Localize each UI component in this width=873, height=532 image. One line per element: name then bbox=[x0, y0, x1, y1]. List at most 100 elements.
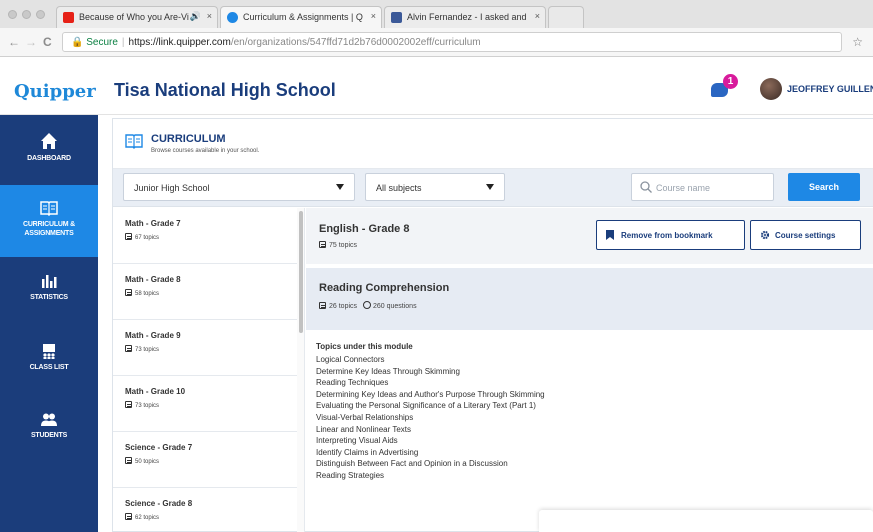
window-close-dot[interactable] bbox=[8, 10, 17, 19]
sidebar-item-curriculum[interactable]: CURRICULUM & ASSIGNMENTS bbox=[0, 185, 98, 257]
topic-list: Logical Connectors Determine Key Ideas T… bbox=[316, 354, 545, 482]
school-name: Tisa National High School bbox=[114, 80, 336, 100]
reload-icon[interactable]: C bbox=[43, 35, 52, 49]
course-settings-button[interactable]: Course settings bbox=[750, 220, 861, 250]
sidebar-item-students[interactable]: STUDENTS bbox=[0, 397, 98, 467]
list-item: Determine Key Ideas Through Skimming bbox=[316, 366, 460, 376]
course-detail-header: English - Grade 8 75 topics Remove from … bbox=[306, 208, 873, 264]
curriculum-header: CURRICULUM Browse courses available in y… bbox=[113, 119, 873, 169]
tab-close-icon[interactable]: × bbox=[371, 11, 376, 21]
notification-badge[interactable]: 1 bbox=[723, 74, 738, 89]
tab-title: Curriculum & Assignments | Q bbox=[243, 12, 363, 22]
back-icon[interactable]: ← bbox=[8, 35, 20, 49]
classroom-icon bbox=[43, 344, 55, 359]
curriculum-panel: CURRICULUM Browse courses available in y… bbox=[112, 118, 873, 532]
course-name: Math - Grade 7 bbox=[125, 219, 181, 228]
list-icon bbox=[319, 302, 326, 309]
user-menu[interactable]: JEOFFREY GUILLEN ▾ bbox=[787, 84, 873, 95]
course-detail: English - Grade 8 75 topics Remove from … bbox=[306, 208, 873, 532]
list-item[interactable]: Science - Grade 7 50 topics bbox=[113, 432, 297, 488]
user-avatar[interactable] bbox=[760, 78, 782, 100]
module-topics: Topics under this module Logical Connect… bbox=[306, 332, 873, 532]
course-name: Science - Grade 8 bbox=[125, 499, 193, 508]
course-name: Science - Grade 7 bbox=[125, 443, 193, 452]
list-item: Reading Techniques bbox=[316, 378, 389, 388]
tab-close-icon[interactable]: × bbox=[207, 11, 212, 21]
module-title: Reading Comprehension bbox=[319, 282, 450, 294]
bottom-popup-edge bbox=[539, 510, 873, 532]
audio-icon: 🔊 bbox=[189, 11, 201, 21]
course-search-input[interactable] bbox=[656, 180, 766, 196]
list-item: Logical Connectors bbox=[316, 355, 385, 364]
scrollbar-thumb[interactable] bbox=[299, 211, 303, 333]
module-card[interactable]: Reading Comprehension 26 topics 260 ques… bbox=[306, 268, 873, 330]
bookmark-star-icon[interactable]: ☆ bbox=[852, 35, 863, 49]
course-search-box[interactable] bbox=[631, 173, 774, 201]
list-icon bbox=[125, 233, 132, 240]
quipper-favicon-icon bbox=[227, 12, 238, 23]
course-list-scrollbar[interactable] bbox=[297, 208, 304, 532]
subject-select[interactable]: All subjects bbox=[365, 173, 505, 201]
list-icon bbox=[125, 513, 132, 520]
search-icon bbox=[640, 181, 652, 193]
list-icon bbox=[125, 401, 132, 408]
forward-icon[interactable]: → bbox=[25, 35, 37, 49]
list-item: Visual-Verbal Relationships bbox=[316, 412, 414, 422]
course-topic-count: 50 topics bbox=[125, 457, 159, 465]
browser-tab-curriculum[interactable]: Curriculum & Assignments | Q × bbox=[220, 6, 382, 28]
url-path: /en/organizations/547ffd71d2b76d0002002e… bbox=[230, 37, 481, 48]
list-icon bbox=[125, 457, 132, 464]
list-item[interactable]: Math - Grade 10 73 topics bbox=[113, 376, 297, 432]
users-icon bbox=[41, 413, 57, 426]
course-name: Math - Grade 8 bbox=[125, 275, 181, 284]
question-icon bbox=[362, 301, 371, 309]
page-subtitle: Browse courses available in your school. bbox=[151, 148, 260, 154]
list-item[interactable]: Math - Grade 8 58 topics bbox=[113, 264, 297, 320]
filter-bar: Junior High School All subjects Search bbox=[113, 169, 873, 207]
course-topic-count: 62 topics bbox=[125, 513, 159, 521]
list-item[interactable]: Math - Grade 7 67 topics bbox=[113, 208, 297, 264]
address-bar[interactable]: 🔒 Secure | https://link.quipper.com/en/org… bbox=[62, 32, 842, 52]
book-icon bbox=[125, 134, 143, 149]
window-minimize-dot[interactable] bbox=[22, 10, 31, 19]
sidebar-item-class-list[interactable]: CLASS LIST bbox=[0, 327, 98, 397]
quipper-logo[interactable]: Quipper bbox=[14, 81, 96, 102]
sidebar-item-statistics[interactable]: STATISTICS bbox=[0, 257, 98, 327]
page-title: CURRICULUM bbox=[151, 133, 226, 145]
course-list: Math - Grade 7 67 topics Math - Grade 8 … bbox=[113, 208, 305, 532]
course-name: Math - Grade 10 bbox=[125, 387, 186, 396]
list-item[interactable]: Science - Grade 8 62 topics bbox=[113, 488, 297, 532]
level-select-value: Junior High School bbox=[134, 183, 210, 193]
home-icon bbox=[41, 133, 57, 149]
tab-close-icon[interactable]: × bbox=[535, 11, 540, 21]
course-name: Math - Grade 9 bbox=[125, 331, 181, 340]
list-item: Reading Strategies bbox=[316, 470, 385, 480]
list-icon bbox=[319, 241, 326, 248]
caret-down-icon bbox=[486, 184, 494, 190]
course-topic-count: 67 topics bbox=[125, 233, 159, 241]
window-zoom-dot[interactable] bbox=[36, 10, 45, 19]
list-icon bbox=[125, 289, 132, 296]
level-select[interactable]: Junior High School bbox=[123, 173, 355, 201]
browser-tab-strip: Because of Who you Are-Vi 🔊 × Curriculum… bbox=[0, 0, 873, 28]
bookmark-icon bbox=[606, 230, 614, 240]
course-topic-count: 73 topics bbox=[125, 401, 159, 409]
book-icon bbox=[40, 201, 58, 216]
sidebar-item-dashboard[interactable]: DASHBOARD bbox=[0, 115, 98, 185]
browser-tab-youtube[interactable]: Because of Who you Are-Vi 🔊 × bbox=[56, 6, 218, 28]
sidebar: DASHBOARD CURRICULUM & ASSIGNMENTS STATI… bbox=[0, 115, 98, 532]
gear-icon bbox=[760, 230, 770, 240]
list-icon bbox=[125, 345, 132, 352]
list-item[interactable]: Math - Grade 9 73 topics bbox=[113, 320, 297, 376]
secure-label: Secure bbox=[86, 37, 118, 48]
remove-bookmark-button[interactable]: Remove from bookmark bbox=[596, 220, 745, 250]
tab-title: Alvin Fernandez - I asked and bbox=[407, 12, 527, 22]
url-host: https://link.quipper.com bbox=[128, 37, 231, 48]
new-tab-button[interactable] bbox=[548, 6, 584, 28]
topics-heading: Topics under this module bbox=[316, 342, 413, 351]
browser-tab-facebook[interactable]: Alvin Fernandez - I asked and × bbox=[384, 6, 546, 28]
course-topic-count: 58 topics bbox=[125, 289, 159, 297]
course-topic-count: 73 topics bbox=[125, 345, 159, 353]
module-meta: 26 topics 260 questions bbox=[319, 301, 417, 310]
search-button[interactable]: Search bbox=[788, 173, 860, 201]
